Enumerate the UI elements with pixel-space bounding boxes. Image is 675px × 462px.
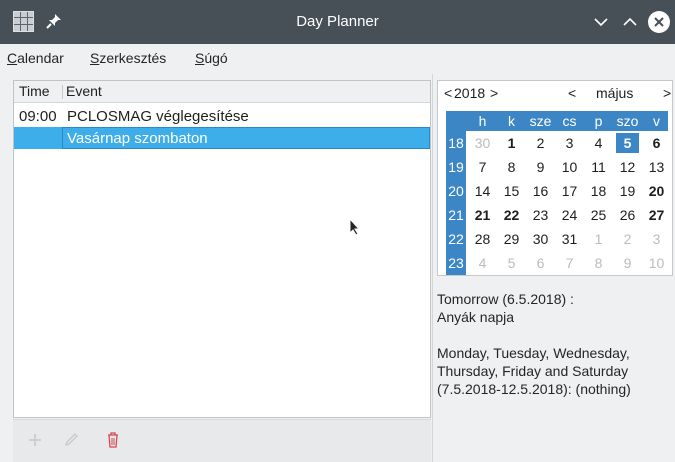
day-cell[interactable]: 7: [471, 157, 494, 177]
day-cell[interactable]: 6: [529, 253, 552, 273]
row-time: [15, 128, 61, 148]
info-range-line: Thursday, Friday and Saturday: [437, 363, 629, 379]
year-label[interactable]: 2018: [454, 85, 485, 101]
upcoming-events: Tomorrow (6.5.2018) : Anyák napja Monday…: [437, 290, 673, 416]
day-cell[interactable]: 3: [645, 229, 668, 249]
day-cell[interactable]: 23: [529, 205, 552, 225]
menu-calendar[interactable]: Calendar: [7, 50, 64, 66]
day-cell[interactable]: 16: [529, 181, 552, 201]
weekday-header-cell: k: [508, 113, 515, 129]
day-cell[interactable]: 8: [500, 157, 523, 177]
day-cell[interactable]: 9: [529, 157, 552, 177]
minimize-icon[interactable]: [590, 11, 612, 33]
day-cell[interactable]: 24: [558, 205, 581, 225]
week-number[interactable]: 23: [446, 253, 466, 273]
close-icon[interactable]: [648, 11, 670, 33]
mouse-cursor-icon: [349, 218, 361, 236]
day-cell[interactable]: 15: [500, 181, 523, 201]
day-cell[interactable]: 2: [616, 229, 639, 249]
table-row-selected[interactable]: Vasárnap szombaton: [14, 127, 430, 149]
day-cell[interactable]: 17: [558, 181, 581, 201]
day-cell[interactable]: 20: [645, 181, 668, 201]
table-row[interactable]: 09:00 PCLOSMAG véglegesítése: [14, 105, 430, 127]
next-year-button[interactable]: >: [490, 85, 498, 101]
day-cell[interactable]: 10: [645, 253, 668, 273]
info-holiday: Anyák napja: [437, 309, 515, 325]
weekday-header-cell: cs: [562, 113, 577, 129]
weekday-header-cell: p: [594, 113, 603, 129]
month-label[interactable]: május: [596, 85, 633, 101]
day-cell[interactable]: 6: [645, 133, 668, 153]
day-cell-selected[interactable]: 5: [616, 133, 639, 153]
menu-sugo[interactable]: Súgó: [195, 50, 228, 66]
day-cell[interactable]: 4: [587, 133, 610, 153]
day-cell[interactable]: 5: [500, 253, 523, 273]
day-cell[interactable]: 7: [558, 253, 581, 273]
day-cell[interactable]: 13: [645, 157, 668, 177]
day-cell[interactable]: 9: [616, 253, 639, 273]
day-cell[interactable]: 27: [645, 205, 668, 225]
edit-icon[interactable]: [61, 430, 81, 450]
day-cell[interactable]: 30: [529, 229, 552, 249]
day-cell[interactable]: 4: [471, 253, 494, 273]
week-number[interactable]: 21: [446, 205, 466, 225]
info-range-line: Monday, Tuesday, Wednesday,: [437, 345, 630, 361]
day-cell[interactable]: 11: [587, 157, 610, 177]
week-number[interactable]: 18: [446, 133, 466, 153]
day-cell[interactable]: 22: [500, 205, 523, 225]
calendar-navigation: < 2018 > < május >: [438, 81, 672, 105]
day-cell[interactable]: 28: [471, 229, 494, 249]
day-cell[interactable]: 3: [558, 133, 581, 153]
day-cell[interactable]: 21: [471, 205, 494, 225]
window-title: Day Planner: [296, 13, 379, 30]
column-divider[interactable]: [62, 85, 63, 99]
date-picker: < 2018 > < május > h k sze cs p szo v 18 30 1 2 3 4 5…: [437, 80, 673, 276]
day-cell[interactable]: 26: [616, 205, 639, 225]
weekday-header-cell: szo: [616, 113, 639, 129]
week-number[interactable]: 22: [446, 229, 466, 249]
row-time: 09:00: [19, 108, 57, 125]
delete-icon[interactable]: [103, 430, 123, 450]
week-number[interactable]: 19: [446, 157, 466, 177]
day-cell[interactable]: 30: [471, 133, 494, 153]
row-event: Vasárnap szombaton: [67, 130, 208, 147]
column-header-event[interactable]: Event: [66, 83, 102, 99]
day-cell[interactable]: 31: [558, 229, 581, 249]
weekday-header-cell: v: [653, 113, 660, 129]
maximize-icon[interactable]: [619, 11, 641, 33]
calendar-pane: < 2018 > < május > h k sze cs p szo v 18 30 1 2 3 4 5…: [432, 74, 675, 462]
day-cell[interactable]: 14: [471, 181, 494, 201]
day-cell[interactable]: 1: [587, 229, 610, 249]
add-icon[interactable]: [25, 430, 45, 450]
day-cell[interactable]: 25: [587, 205, 610, 225]
next-month-button[interactable]: >: [663, 85, 671, 101]
weekday-header-cell: sze: [529, 113, 552, 129]
prev-year-button[interactable]: <: [444, 85, 452, 101]
day-cell[interactable]: 2: [529, 133, 552, 153]
day-cell[interactable]: 10: [558, 157, 581, 177]
day-cell[interactable]: 19: [616, 181, 639, 201]
day-cell[interactable]: 18: [587, 181, 610, 201]
list-header: Time Event: [14, 81, 430, 103]
event-pane: Time Event 09:00 PCLOSMAG véglegesítése …: [0, 74, 432, 462]
list-toolbar: [13, 419, 431, 462]
menu-szerkesztes[interactable]: Szerkesztés: [90, 50, 166, 66]
weekday-header-cell: h: [478, 113, 487, 129]
column-header-time[interactable]: Time: [19, 83, 50, 99]
week-number[interactable]: 20: [446, 181, 466, 201]
title-bar: Day Planner: [0, 0, 675, 44]
day-cell[interactable]: 8: [587, 253, 610, 273]
event-list[interactable]: Time Event 09:00 PCLOSMAG véglegesítése …: [13, 80, 431, 418]
info-range-line: (7.5.2018-12.5.2018): (nothing): [437, 381, 631, 397]
day-cell[interactable]: 12: [616, 157, 639, 177]
menu-bar: Calendar Szerkesztés Súgó: [0, 44, 675, 74]
info-tomorrow: Tomorrow (6.5.2018) :: [437, 291, 574, 307]
prev-month-button[interactable]: <: [568, 85, 576, 101]
day-cell[interactable]: 29: [500, 229, 523, 249]
row-event: PCLOSMAG véglegesítése: [67, 108, 249, 125]
day-cell[interactable]: 1: [500, 133, 523, 153]
